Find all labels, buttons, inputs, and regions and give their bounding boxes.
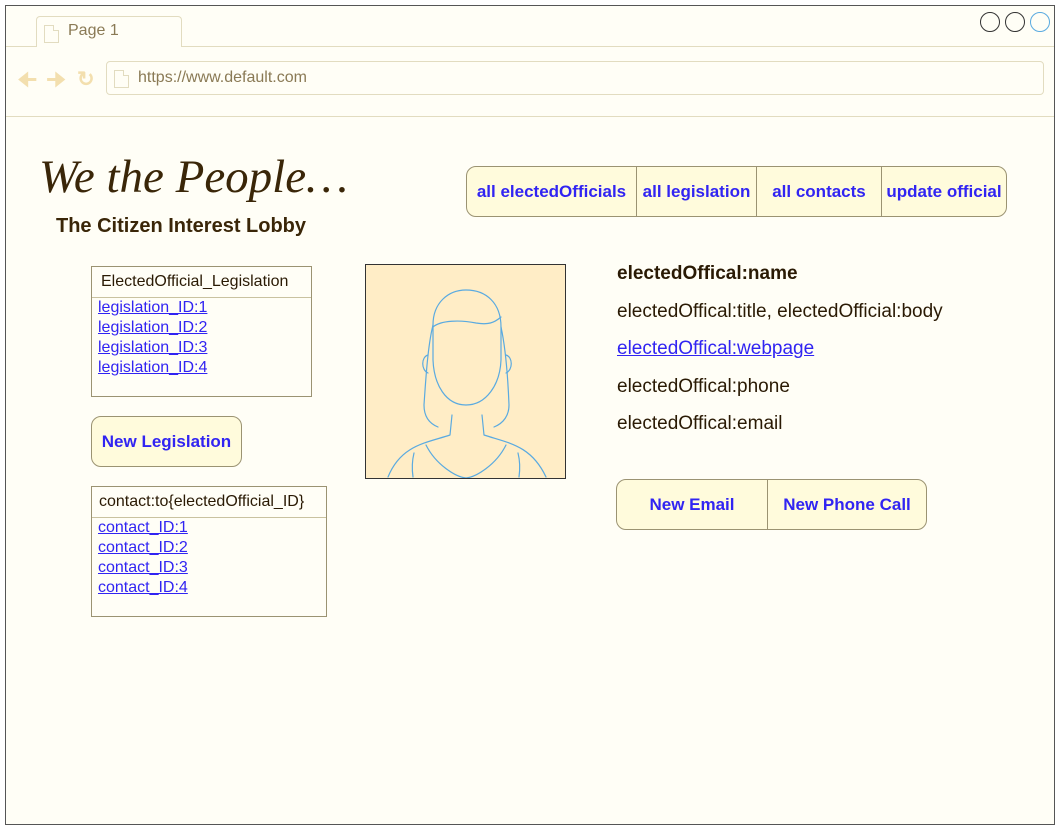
list-item: contact_ID:2	[98, 538, 326, 558]
legislation-link[interactable]: legislation_ID:1	[98, 299, 207, 316]
document-icon	[114, 70, 129, 88]
url-text[interactable]: https://www.default.com	[138, 69, 307, 87]
back-arrow-icon[interactable]: 🠈	[17, 69, 37, 91]
list-item: contact_ID:3	[98, 558, 326, 578]
browser-tab[interactable]: Page 1	[36, 16, 182, 47]
window-control-circle-1[interactable]	[980, 12, 1000, 32]
nav-all-contacts[interactable]: all contacts	[757, 167, 882, 216]
contact-link[interactable]: contact_ID:4	[98, 579, 188, 596]
nav-update-official[interactable]: update official	[882, 167, 1006, 216]
tagline: The Citizen Interest Lobby	[56, 215, 307, 237]
contact-link[interactable]: contact_ID:1	[98, 519, 188, 536]
official-email: electedOffical:email	[617, 413, 783, 434]
list-item: legislation_ID:1	[98, 298, 311, 318]
legislation-list: legislation_ID:1 legislation_ID:2 legisl…	[92, 298, 311, 378]
browser-chrome: Page 1 🠈 🠊 ↻ https://www.default.com	[6, 6, 1054, 117]
legislation-panel-title: ElectedOfficial_Legislation	[92, 267, 311, 298]
contacts-panel-title: contact:to{electedOfficial_ID}	[92, 487, 326, 518]
contacts-panel: contact:to{electedOfficial_ID} contact_I…	[91, 486, 327, 617]
avatar-placeholder-icon	[387, 289, 547, 479]
list-item: contact_ID:1	[98, 518, 326, 538]
contact-link[interactable]: contact_ID:2	[98, 539, 188, 556]
official-webpage-link[interactable]: electedOffical:webpage	[617, 338, 814, 360]
nav-all-elected-officials[interactable]: all electedOfficials	[467, 167, 637, 216]
new-phone-call-button[interactable]: New Phone Call	[768, 480, 926, 529]
document-icon	[44, 25, 59, 43]
browser-window: Page 1 🠈 🠊 ↻ https://www.default.com We …	[5, 5, 1055, 825]
official-photo	[365, 264, 566, 479]
window-control-circle-2[interactable]	[1005, 12, 1025, 32]
address-bar[interactable]: https://www.default.com	[106, 61, 1044, 95]
legislation-link[interactable]: legislation_ID:3	[98, 339, 207, 356]
new-legislation-button[interactable]: New Legislation	[91, 416, 242, 467]
contact-link[interactable]: contact_ID:3	[98, 559, 188, 576]
contacts-list: contact_ID:1 contact_ID:2 contact_ID:3 c…	[92, 518, 326, 598]
list-item: legislation_ID:4	[98, 358, 311, 378]
legislation-link[interactable]: legislation_ID:4	[98, 359, 207, 376]
forward-arrow-icon[interactable]: 🠊	[46, 69, 66, 91]
legislation-link[interactable]: legislation_ID:2	[98, 319, 207, 336]
list-item: contact_ID:4	[98, 578, 326, 598]
list-item: legislation_ID:3	[98, 338, 311, 358]
window-control-circle-3[interactable]	[1030, 12, 1050, 32]
brand-title: We the People…	[39, 151, 348, 203]
tab-title: Page 1	[68, 22, 119, 39]
nav-all-legislation[interactable]: all legislation	[637, 167, 757, 216]
official-title-body: electedOffical:title, electedOfficial:bo…	[617, 301, 943, 322]
legislation-panel: ElectedOfficial_Legislation legislation_…	[91, 266, 312, 397]
new-email-button[interactable]: New Email	[617, 480, 768, 529]
reload-icon[interactable]: ↻	[77, 69, 95, 91]
main-nav: all electedOfficials all legislation all…	[466, 166, 1007, 217]
list-item: legislation_ID:2	[98, 318, 311, 338]
contact-actions: New Email New Phone Call	[616, 479, 927, 530]
official-name: electedOffical:name	[617, 263, 798, 284]
official-phone: electedOffical:phone	[617, 376, 790, 397]
